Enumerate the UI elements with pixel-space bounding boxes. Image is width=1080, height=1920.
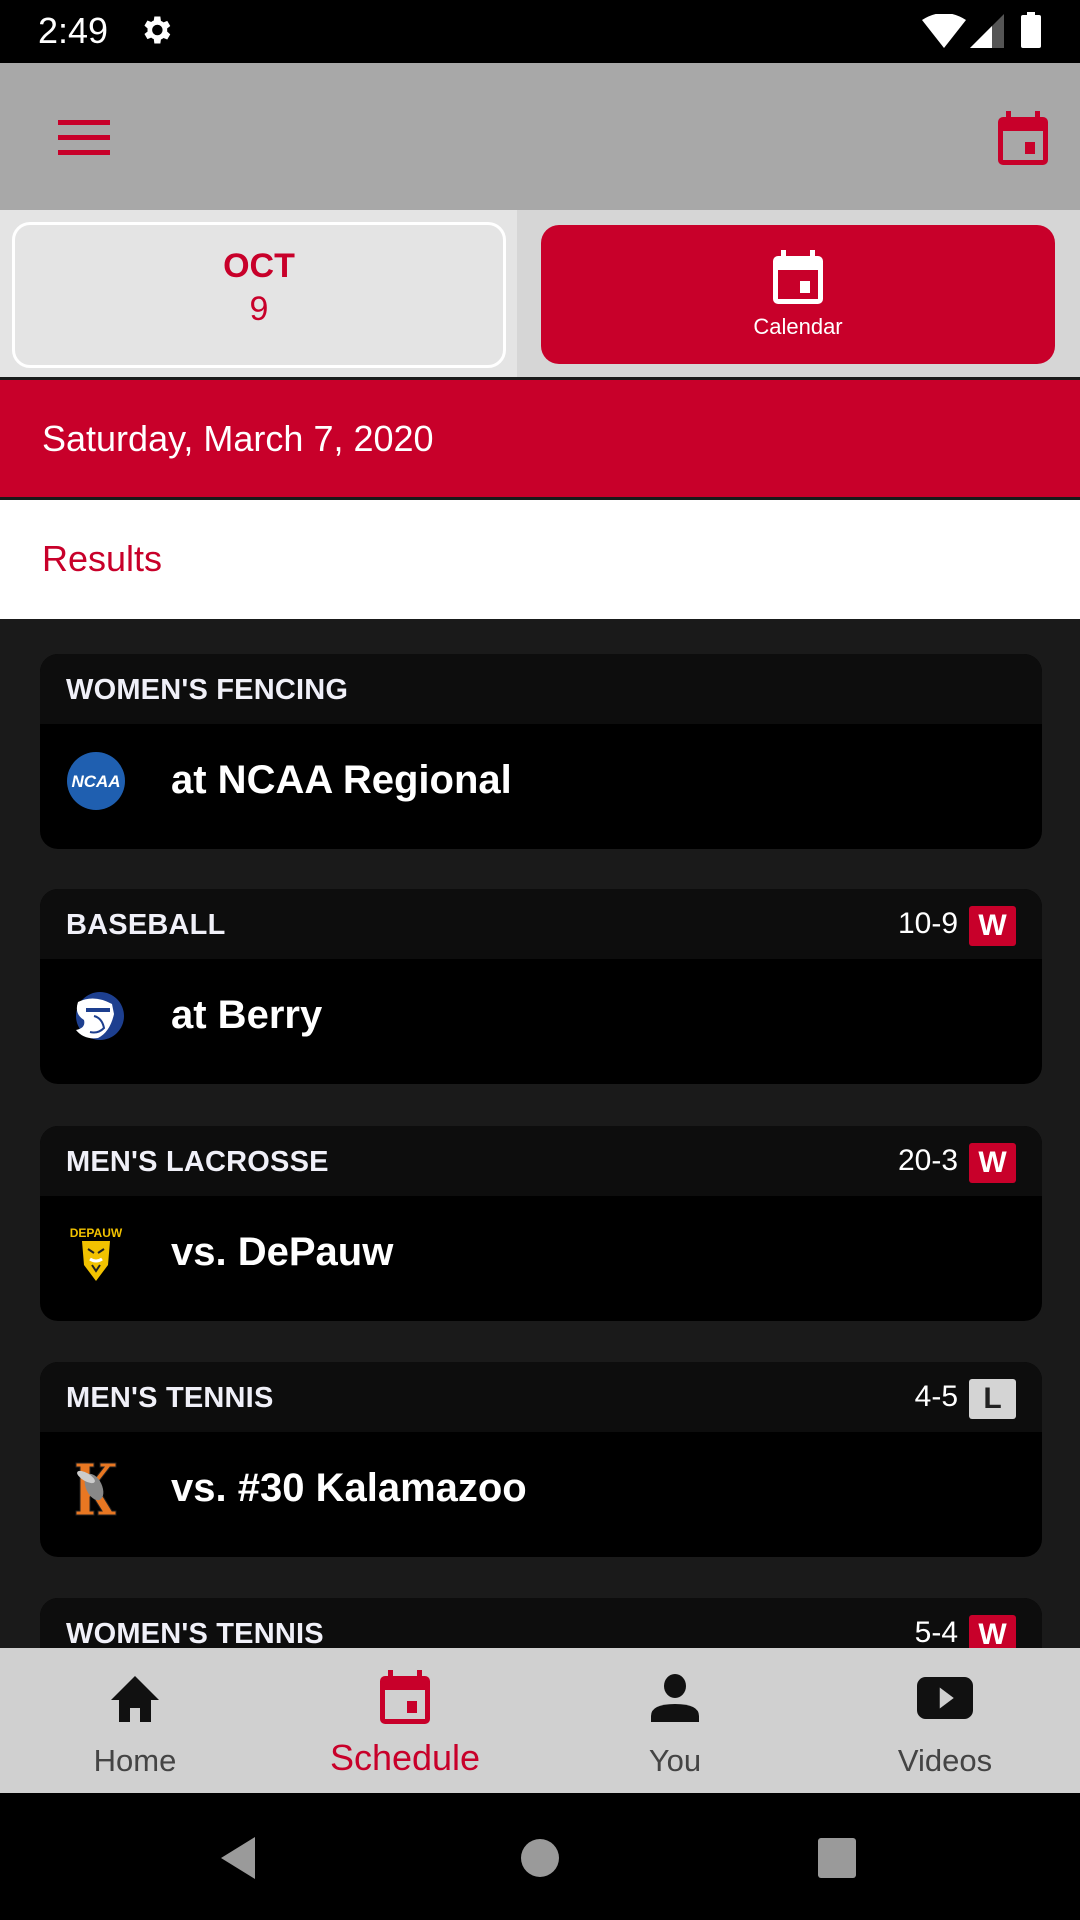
- calendar-button-label: Calendar: [753, 314, 843, 339]
- ncaa-logo-text: NCAA: [71, 772, 120, 791]
- home-icon: [111, 1676, 159, 1722]
- kalamazoo-hornets-logo-icon: [75, 1462, 117, 1516]
- hamburger-menu-icon[interactable]: [58, 118, 110, 158]
- result-badge: W: [969, 906, 1016, 946]
- selected-date-text: Saturday, March 7, 2020: [42, 418, 434, 459]
- sport-name: WOMEN'S FENCING: [66, 674, 349, 706]
- status-time: 2:49: [38, 10, 109, 51]
- depauw-logo-text: DEPAUW: [70, 1226, 123, 1240]
- cell-signal-icon: [970, 14, 1004, 48]
- game-card[interactable]: MEN'S TENNIS 4-5 L vs. #30 Kalamazoo: [40, 1362, 1042, 1557]
- result-badge: W: [969, 1615, 1016, 1648]
- game-score: 5-4: [914, 1616, 958, 1648]
- berry-vikings-logo-icon: [76, 992, 124, 1040]
- opponent-name: vs. DePauw: [171, 1230, 394, 1274]
- game-card-header: BASEBALL 10-9 W: [40, 889, 1042, 959]
- game-card[interactable]: WOMEN'S FENCING NCAA at NCAA Regional: [40, 654, 1042, 849]
- recents-button[interactable]: [812, 1833, 862, 1883]
- nav-label: Home: [93, 1743, 177, 1778]
- game-card-header: MEN'S TENNIS 4-5 L: [40, 1362, 1042, 1432]
- nav-label: Videos: [897, 1743, 993, 1778]
- nav-item-you[interactable]: You: [540, 1648, 810, 1793]
- game-score: 10-9: [897, 907, 958, 940]
- calendar-icon: [773, 250, 823, 304]
- depauw-tigers-logo-icon: DEPAUW: [70, 1226, 123, 1281]
- calendar-button[interactable]: Calendar: [541, 225, 1055, 364]
- nav-label: Schedule: [329, 1737, 481, 1778]
- date-selector: OCT 9 Calendar: [0, 210, 1080, 377]
- ncaa-logo-icon: NCAA: [67, 752, 125, 810]
- game-card-header: WOMEN'S TENNIS 5-4 W: [40, 1598, 1042, 1648]
- person-icon: [651, 1674, 699, 1722]
- home-button[interactable]: [515, 1833, 565, 1883]
- nav-item-videos[interactable]: Videos: [810, 1648, 1080, 1793]
- date-day: 9: [249, 290, 269, 328]
- game-card-header: MEN'S LACROSSE 20-3 W: [40, 1126, 1042, 1196]
- result-badge: L: [969, 1379, 1016, 1419]
- game-card-header: WOMEN'S FENCING: [40, 654, 1042, 724]
- opponent-name: at Berry: [171, 993, 323, 1037]
- selected-date-card[interactable]: OCT 9: [12, 222, 506, 368]
- game-card[interactable]: WOMEN'S TENNIS 5-4 W: [40, 1598, 1042, 1648]
- play-video-icon: [917, 1677, 973, 1719]
- status-bar: 2:49: [0, 0, 1080, 63]
- app-bar: [0, 63, 1080, 210]
- calendar-icon: [380, 1670, 430, 1724]
- results-title: Results: [42, 538, 163, 579]
- back-button[interactable]: [215, 1833, 265, 1883]
- sport-name: MEN'S LACROSSE: [66, 1146, 329, 1178]
- results-section-header: Results: [0, 500, 1080, 619]
- nav-item-schedule[interactable]: Schedule: [270, 1648, 540, 1793]
- date-month: OCT: [223, 247, 295, 285]
- game-score: 20-3: [897, 1144, 958, 1177]
- battery-icon: [1021, 12, 1041, 48]
- gear-icon: [144, 16, 171, 44]
- game-card[interactable]: BASEBALL 10-9 W at Berry: [40, 889, 1042, 1084]
- system-navigation-bar: [0, 1793, 1080, 1920]
- opponent-name: vs. #30 Kalamazoo: [171, 1466, 527, 1510]
- calendar-icon[interactable]: [996, 111, 1050, 167]
- sport-name: MEN'S TENNIS: [66, 1382, 274, 1414]
- nav-item-home[interactable]: Home: [0, 1648, 270, 1793]
- game-card[interactable]: MEN'S LACROSSE 20-3 W DEPAUW vs. DePauw: [40, 1126, 1042, 1321]
- game-score: 4-5: [914, 1380, 958, 1413]
- sport-name: BASEBALL: [66, 909, 226, 941]
- selected-date-header: Saturday, March 7, 2020: [0, 377, 1080, 500]
- bottom-navigation: Home Schedule You Videos: [0, 1648, 1080, 1793]
- result-badge: W: [969, 1143, 1016, 1183]
- wifi-icon: [922, 14, 966, 48]
- results-list[interactable]: WOMEN'S FENCING NCAA at NCAA Regional BA…: [0, 619, 1080, 1648]
- nav-label: You: [648, 1743, 702, 1778]
- sport-name: WOMEN'S TENNIS: [66, 1618, 324, 1648]
- opponent-name: at NCAA Regional: [171, 758, 512, 802]
